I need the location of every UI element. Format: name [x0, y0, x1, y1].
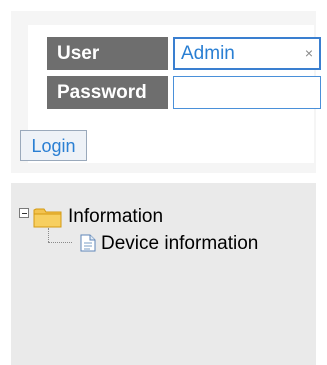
password-label: Password	[47, 76, 168, 109]
tree-node-information[interactable]: Information	[68, 206, 163, 228]
clear-icon[interactable]: ×	[302, 37, 316, 70]
tree-node-device-information[interactable]: Device information	[101, 233, 258, 255]
tree-connector-horizontal	[48, 242, 72, 244]
document-icon	[80, 234, 96, 252]
user-input[interactable]	[173, 37, 321, 70]
collapse-toggle-icon[interactable]	[19, 208, 29, 218]
folder-icon	[33, 208, 62, 228]
password-input[interactable]	[173, 76, 321, 109]
user-label: User	[47, 37, 168, 70]
tree-connector-vertical	[48, 228, 50, 242]
login-button[interactable]: Login	[20, 130, 87, 161]
